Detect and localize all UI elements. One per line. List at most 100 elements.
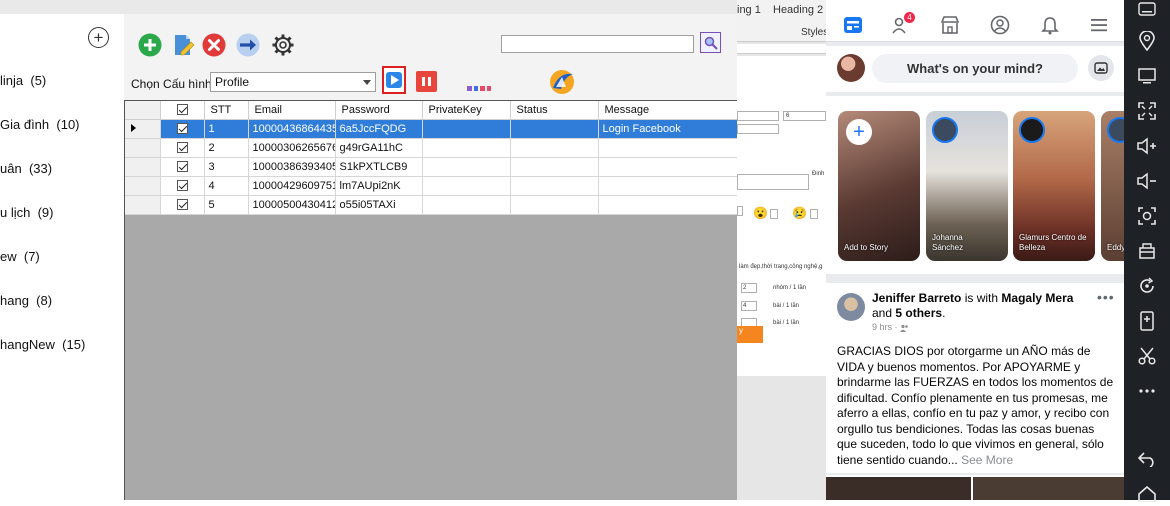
row-checkbox[interactable] bbox=[176, 180, 188, 192]
story-card[interactable]: Eddy bbox=[1101, 111, 1124, 261]
cell-message[interactable]: Login Facebook bbox=[598, 119, 739, 139]
row-checkbox[interactable] bbox=[176, 123, 188, 135]
group-item[interactable]: hang (8) bbox=[0, 293, 52, 308]
row-header[interactable] bbox=[125, 138, 161, 158]
story-card-add[interactable]: + Add to Story bbox=[838, 111, 920, 261]
add-group-button[interactable]: + bbox=[88, 27, 109, 48]
apk-install-icon[interactable] bbox=[1135, 239, 1159, 263]
next-post-image[interactable] bbox=[826, 477, 971, 500]
column-header-stt[interactable]: STT bbox=[204, 101, 249, 120]
cell-stt[interactable]: 2 bbox=[204, 138, 249, 158]
post-time[interactable]: 9 hrs · bbox=[872, 322, 898, 332]
doc-field[interactable]: 6 bbox=[783, 111, 826, 121]
volume-down-icon[interactable] bbox=[1135, 169, 1159, 193]
menu-icon[interactable] bbox=[1089, 15, 1109, 35]
table-row[interactable]: 3 100003863934054 S1kPXTLCB9 bbox=[125, 157, 739, 177]
row-checkbox-cell[interactable] bbox=[160, 176, 205, 196]
avatar[interactable] bbox=[837, 54, 865, 82]
column-header-email[interactable]: Email bbox=[248, 101, 336, 120]
delete-icon[interactable] bbox=[202, 33, 226, 57]
cell-password[interactable]: o55i05TAXi bbox=[335, 195, 423, 215]
doc-field[interactable]: 4 bbox=[741, 301, 757, 311]
cell-password[interactable]: g49rGA11hC bbox=[335, 138, 423, 158]
row-checkbox[interactable] bbox=[176, 161, 188, 173]
style-heading-2[interactable]: Heading 2 bbox=[773, 4, 823, 16]
screen-icon[interactable] bbox=[1135, 64, 1159, 88]
see-more-link[interactable]: See More bbox=[961, 453, 1013, 467]
cell-message[interactable] bbox=[598, 138, 739, 158]
story-card[interactable]: Johanna Sánchez bbox=[926, 111, 1008, 261]
doc-field[interactable]: 2 bbox=[741, 283, 757, 293]
row-checkbox[interactable] bbox=[176, 142, 188, 154]
group-item[interactable]: u lịch (9) bbox=[0, 205, 53, 220]
marketplace-icon[interactable] bbox=[940, 15, 960, 35]
row-header[interactable] bbox=[125, 176, 161, 196]
cell-email[interactable]: 100003062656767 bbox=[248, 138, 336, 158]
row-checkbox-cell[interactable] bbox=[160, 138, 205, 158]
cell-status[interactable] bbox=[510, 157, 599, 177]
whats-on-your-mind-input[interactable]: What's on your mind? bbox=[872, 54, 1078, 83]
style-heading-1[interactable]: ing 1 bbox=[737, 4, 761, 16]
cell-email[interactable]: 100003863934054 bbox=[248, 157, 336, 177]
search-input[interactable] bbox=[501, 35, 694, 53]
row-checkbox-cell[interactable] bbox=[160, 195, 205, 215]
avatar[interactable] bbox=[837, 293, 865, 321]
start-button[interactable] bbox=[382, 66, 406, 94]
rotate-icon[interactable] bbox=[1135, 274, 1159, 298]
keyboard-icon[interactable] bbox=[1135, 0, 1159, 21]
gear-icon[interactable] bbox=[271, 33, 295, 57]
doc-checkbox[interactable] bbox=[810, 209, 818, 219]
group-item[interactable]: uân (33) bbox=[0, 161, 52, 176]
cell-message[interactable] bbox=[598, 195, 739, 215]
doc-checkbox[interactable] bbox=[770, 209, 778, 219]
shake-icon[interactable] bbox=[1135, 309, 1159, 333]
table-row[interactable]: 5 100005004304129 o55i05TAXi bbox=[125, 195, 739, 215]
column-header-password[interactable]: Password bbox=[335, 101, 423, 120]
doc-orange-button[interactable]: y bbox=[737, 326, 763, 343]
home-button-icon[interactable] bbox=[1135, 482, 1159, 506]
cell-stt[interactable]: 5 bbox=[204, 195, 249, 215]
cell-stt[interactable]: 4 bbox=[204, 176, 249, 196]
doc-field[interactable] bbox=[737, 111, 779, 121]
search-button[interactable] bbox=[700, 32, 721, 53]
cell-password[interactable]: lm7AUpi2nK bbox=[335, 176, 423, 196]
screenshot-icon[interactable] bbox=[1135, 204, 1159, 228]
doc-field[interactable] bbox=[737, 124, 779, 134]
cell-status[interactable] bbox=[510, 176, 599, 196]
table-row[interactable]: 2 100003062656767 g49rGA11hC bbox=[125, 138, 739, 158]
post-tagged-link[interactable]: Magaly Mera bbox=[1001, 291, 1073, 305]
story-card[interactable]: Glamurs Centro de Belleza bbox=[1013, 111, 1095, 261]
row-header[interactable] bbox=[125, 195, 161, 215]
cell-privatekey[interactable] bbox=[422, 176, 511, 196]
group-item[interactable]: linja (5) bbox=[0, 73, 46, 88]
cell-status[interactable] bbox=[510, 195, 599, 215]
row-checkbox-cell[interactable] bbox=[160, 119, 205, 139]
doc-field[interactable] bbox=[737, 174, 809, 190]
cell-message[interactable] bbox=[598, 176, 739, 196]
select-all-header[interactable] bbox=[160, 101, 205, 120]
cell-privatekey[interactable] bbox=[422, 157, 511, 177]
fullscreen-icon[interactable] bbox=[1135, 99, 1159, 123]
profile-select[interactable]: Profile bbox=[210, 72, 376, 92]
group-item[interactable]: ew (7) bbox=[0, 249, 40, 264]
cell-privatekey[interactable] bbox=[422, 119, 511, 139]
edit-icon[interactable] bbox=[171, 33, 195, 57]
post-others-link[interactable]: 5 others bbox=[895, 306, 942, 320]
add-story-icon[interactable]: + bbox=[846, 119, 872, 145]
row-header[interactable] bbox=[125, 119, 161, 139]
row-checkbox[interactable] bbox=[176, 199, 188, 211]
cut-icon[interactable] bbox=[1135, 344, 1159, 368]
profile-icon[interactable] bbox=[990, 15, 1010, 35]
location-icon[interactable] bbox=[1135, 29, 1159, 53]
next-post-image[interactable] bbox=[973, 477, 1124, 500]
cell-status[interactable] bbox=[510, 138, 599, 158]
photo-button[interactable] bbox=[1088, 55, 1114, 81]
post-more-options-icon[interactable]: ••• bbox=[1097, 289, 1115, 305]
select-all-checkbox[interactable] bbox=[176, 104, 188, 116]
doc-checkbox[interactable] bbox=[737, 206, 743, 216]
row-checkbox-cell[interactable] bbox=[160, 157, 205, 177]
more-icon[interactable] bbox=[1135, 379, 1159, 403]
row-header[interactable] bbox=[125, 157, 161, 177]
cell-email[interactable]: 100004296097513 bbox=[248, 176, 336, 196]
cell-privatekey[interactable] bbox=[422, 195, 511, 215]
